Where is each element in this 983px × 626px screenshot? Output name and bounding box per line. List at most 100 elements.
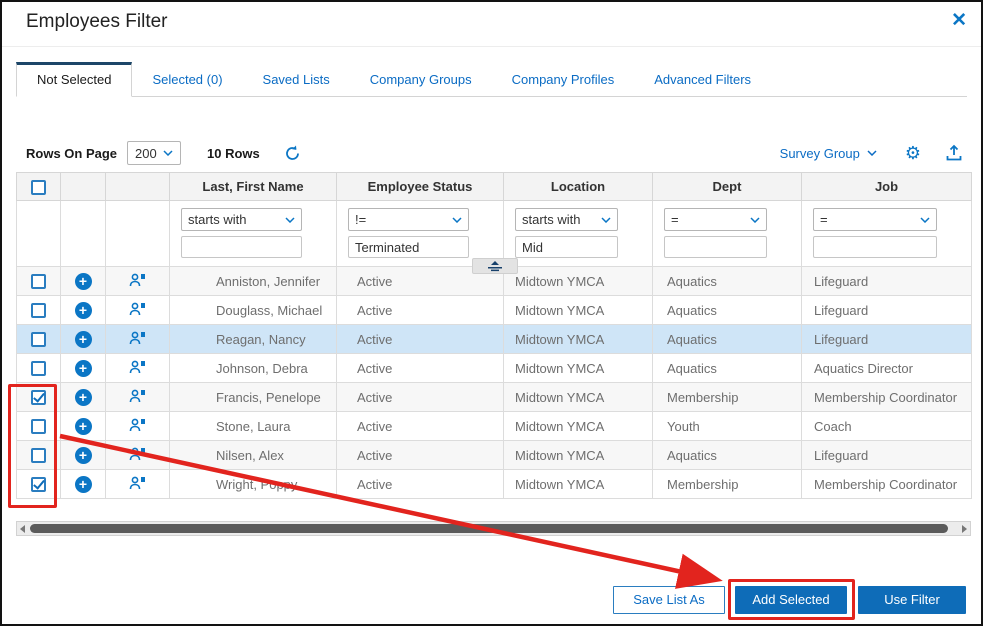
sort-handle-icon[interactable] [472,258,518,274]
page-size-dropdown[interactable]: 200 [127,141,182,165]
row-checkbox[interactable] [31,419,46,435]
save-list-as-button[interactable]: Save List As [613,586,725,614]
employee-profile-icon[interactable] [129,330,146,346]
survey-group-dropdown[interactable]: Survey Group [780,146,877,161]
cell-location: Midtown YMCA [503,440,653,470]
export-button[interactable] [945,144,963,162]
cell-dept: Aquatics [652,353,802,383]
chevron-down-icon [163,150,173,156]
cell-name: Douglass, Michael [169,295,337,325]
cell-job: Lifeguard [801,295,972,325]
table-row[interactable]: + Nilsen, Alex Active Midtown YMCA Aquat… [16,440,972,470]
column-header-status[interactable]: Employee Status [336,172,504,201]
column-header-location[interactable]: Location [503,172,653,201]
refresh-button[interactable] [284,145,301,162]
cell-location: Midtown YMCA [503,266,653,296]
cell-dept: Aquatics [652,324,802,354]
employee-profile-icon[interactable] [129,388,146,404]
employee-profile-icon[interactable] [129,359,146,375]
tab-company-profiles[interactable]: Company Profiles [492,63,635,96]
cell-job: Lifeguard [801,266,972,296]
header-divider [2,46,981,47]
employee-profile-icon[interactable] [129,417,146,433]
add-circle-icon[interactable]: + [74,359,92,377]
cell-dept: Membership [652,469,802,499]
row-checkbox[interactable] [31,274,46,290]
status-filter-operator[interactable]: != [348,208,469,231]
name-filter-operator[interactable]: starts with [181,208,302,231]
row-checkbox[interactable] [31,448,46,464]
column-header-name[interactable]: Last, First Name [169,172,337,201]
employee-profile-icon[interactable] [129,446,146,462]
scrollbar-thumb[interactable] [30,524,948,533]
cell-status: Active [336,382,504,412]
row-checkbox[interactable] [31,303,46,319]
location-filter-operator[interactable]: starts with [515,208,618,231]
add-selected-button[interactable]: Add Selected [735,586,847,614]
table-row[interactable]: + Francis, Penelope Active Midtown YMCA … [16,382,972,412]
chevron-down-icon [285,216,295,223]
add-circle-icon[interactable]: + [74,330,92,348]
cell-status: Active [336,411,504,441]
select-all-checkbox[interactable] [31,179,46,195]
job-filter-input[interactable] [813,236,937,258]
tab-advanced-filters[interactable]: Advanced Filters [634,63,771,96]
use-filter-button[interactable]: Use Filter [858,586,966,614]
employee-profile-icon[interactable] [129,301,146,317]
add-circle-icon[interactable]: + [74,475,92,493]
scroll-right-arrow-icon[interactable] [962,525,967,533]
cell-location: Midtown YMCA [503,295,653,325]
table-row[interactable]: + Wright, Poppy Active Midtown YMCA Memb… [16,469,972,499]
rows-on-page-label: Rows On Page [26,145,118,161]
close-icon[interactable]: ✕ [951,9,967,32]
scroll-left-arrow-icon[interactable] [20,525,25,533]
add-circle-icon[interactable]: + [74,272,92,290]
chevron-down-icon [601,216,611,223]
tab-company-groups[interactable]: Company Groups [350,63,492,96]
add-circle-icon[interactable]: + [74,301,92,319]
column-header-job[interactable]: Job [801,172,972,201]
table-row[interactable]: + Stone, Laura Active Midtown YMCA Youth… [16,411,972,441]
cell-status: Active [336,324,504,354]
table-row[interactable]: + Douglass, Michael Active Midtown YMCA … [16,295,972,325]
cell-location: Midtown YMCA [503,411,653,441]
export-icon [946,144,962,161]
add-circle-icon[interactable]: + [74,417,92,435]
cell-dept: Aquatics [652,440,802,470]
cell-dept: Aquatics [652,295,802,325]
employee-profile-icon[interactable] [129,272,146,288]
row-checkbox[interactable] [31,477,46,493]
dept-filter-operator[interactable]: = [664,208,767,231]
row-checkbox[interactable] [31,361,46,377]
table-header-row: Last, First Name Employee Status Locatio… [16,172,972,201]
tab-bar: Not Selected Selected (0) Saved Lists Co… [16,62,967,97]
status-filter-input[interactable] [348,236,469,258]
page-size-value: 200 [135,145,157,161]
horizontal-scrollbar[interactable] [16,521,971,536]
cell-name: Anniston, Jennifer [169,266,337,296]
location-filter-input[interactable] [515,236,618,258]
employees-table: Last, First Name Employee Status Locatio… [16,172,972,499]
cell-name: Stone, Laura [169,411,337,441]
employee-profile-icon[interactable] [129,475,146,491]
cell-name: Nilsen, Alex [169,440,337,470]
table-row[interactable]: + Johnson, Debra Active Midtown YMCA Aqu… [16,353,972,383]
add-circle-icon[interactable]: + [74,388,92,406]
column-header-dept[interactable]: Dept [652,172,802,201]
cell-name: Wright, Poppy [169,469,337,499]
cell-location: Midtown YMCA [503,469,653,499]
dept-filter-input[interactable] [664,236,767,258]
job-filter-operator[interactable]: = [813,208,937,231]
table-row[interactable]: + Reagan, Nancy Active Midtown YMCA Aqua… [16,324,972,354]
tab-not-selected[interactable]: Not Selected [16,62,133,97]
row-checkbox[interactable] [31,390,46,406]
name-filter-input[interactable] [181,236,302,258]
chevron-down-icon [867,150,877,156]
chevron-down-icon [750,216,760,223]
add-circle-icon[interactable]: + [74,446,92,464]
settings-gear-icon[interactable]: ⚙ [905,144,921,162]
tab-saved-lists[interactable]: Saved Lists [243,63,350,96]
row-checkbox[interactable] [31,332,46,348]
cell-status: Active [336,353,504,383]
tab-selected[interactable]: Selected (0) [132,63,242,96]
